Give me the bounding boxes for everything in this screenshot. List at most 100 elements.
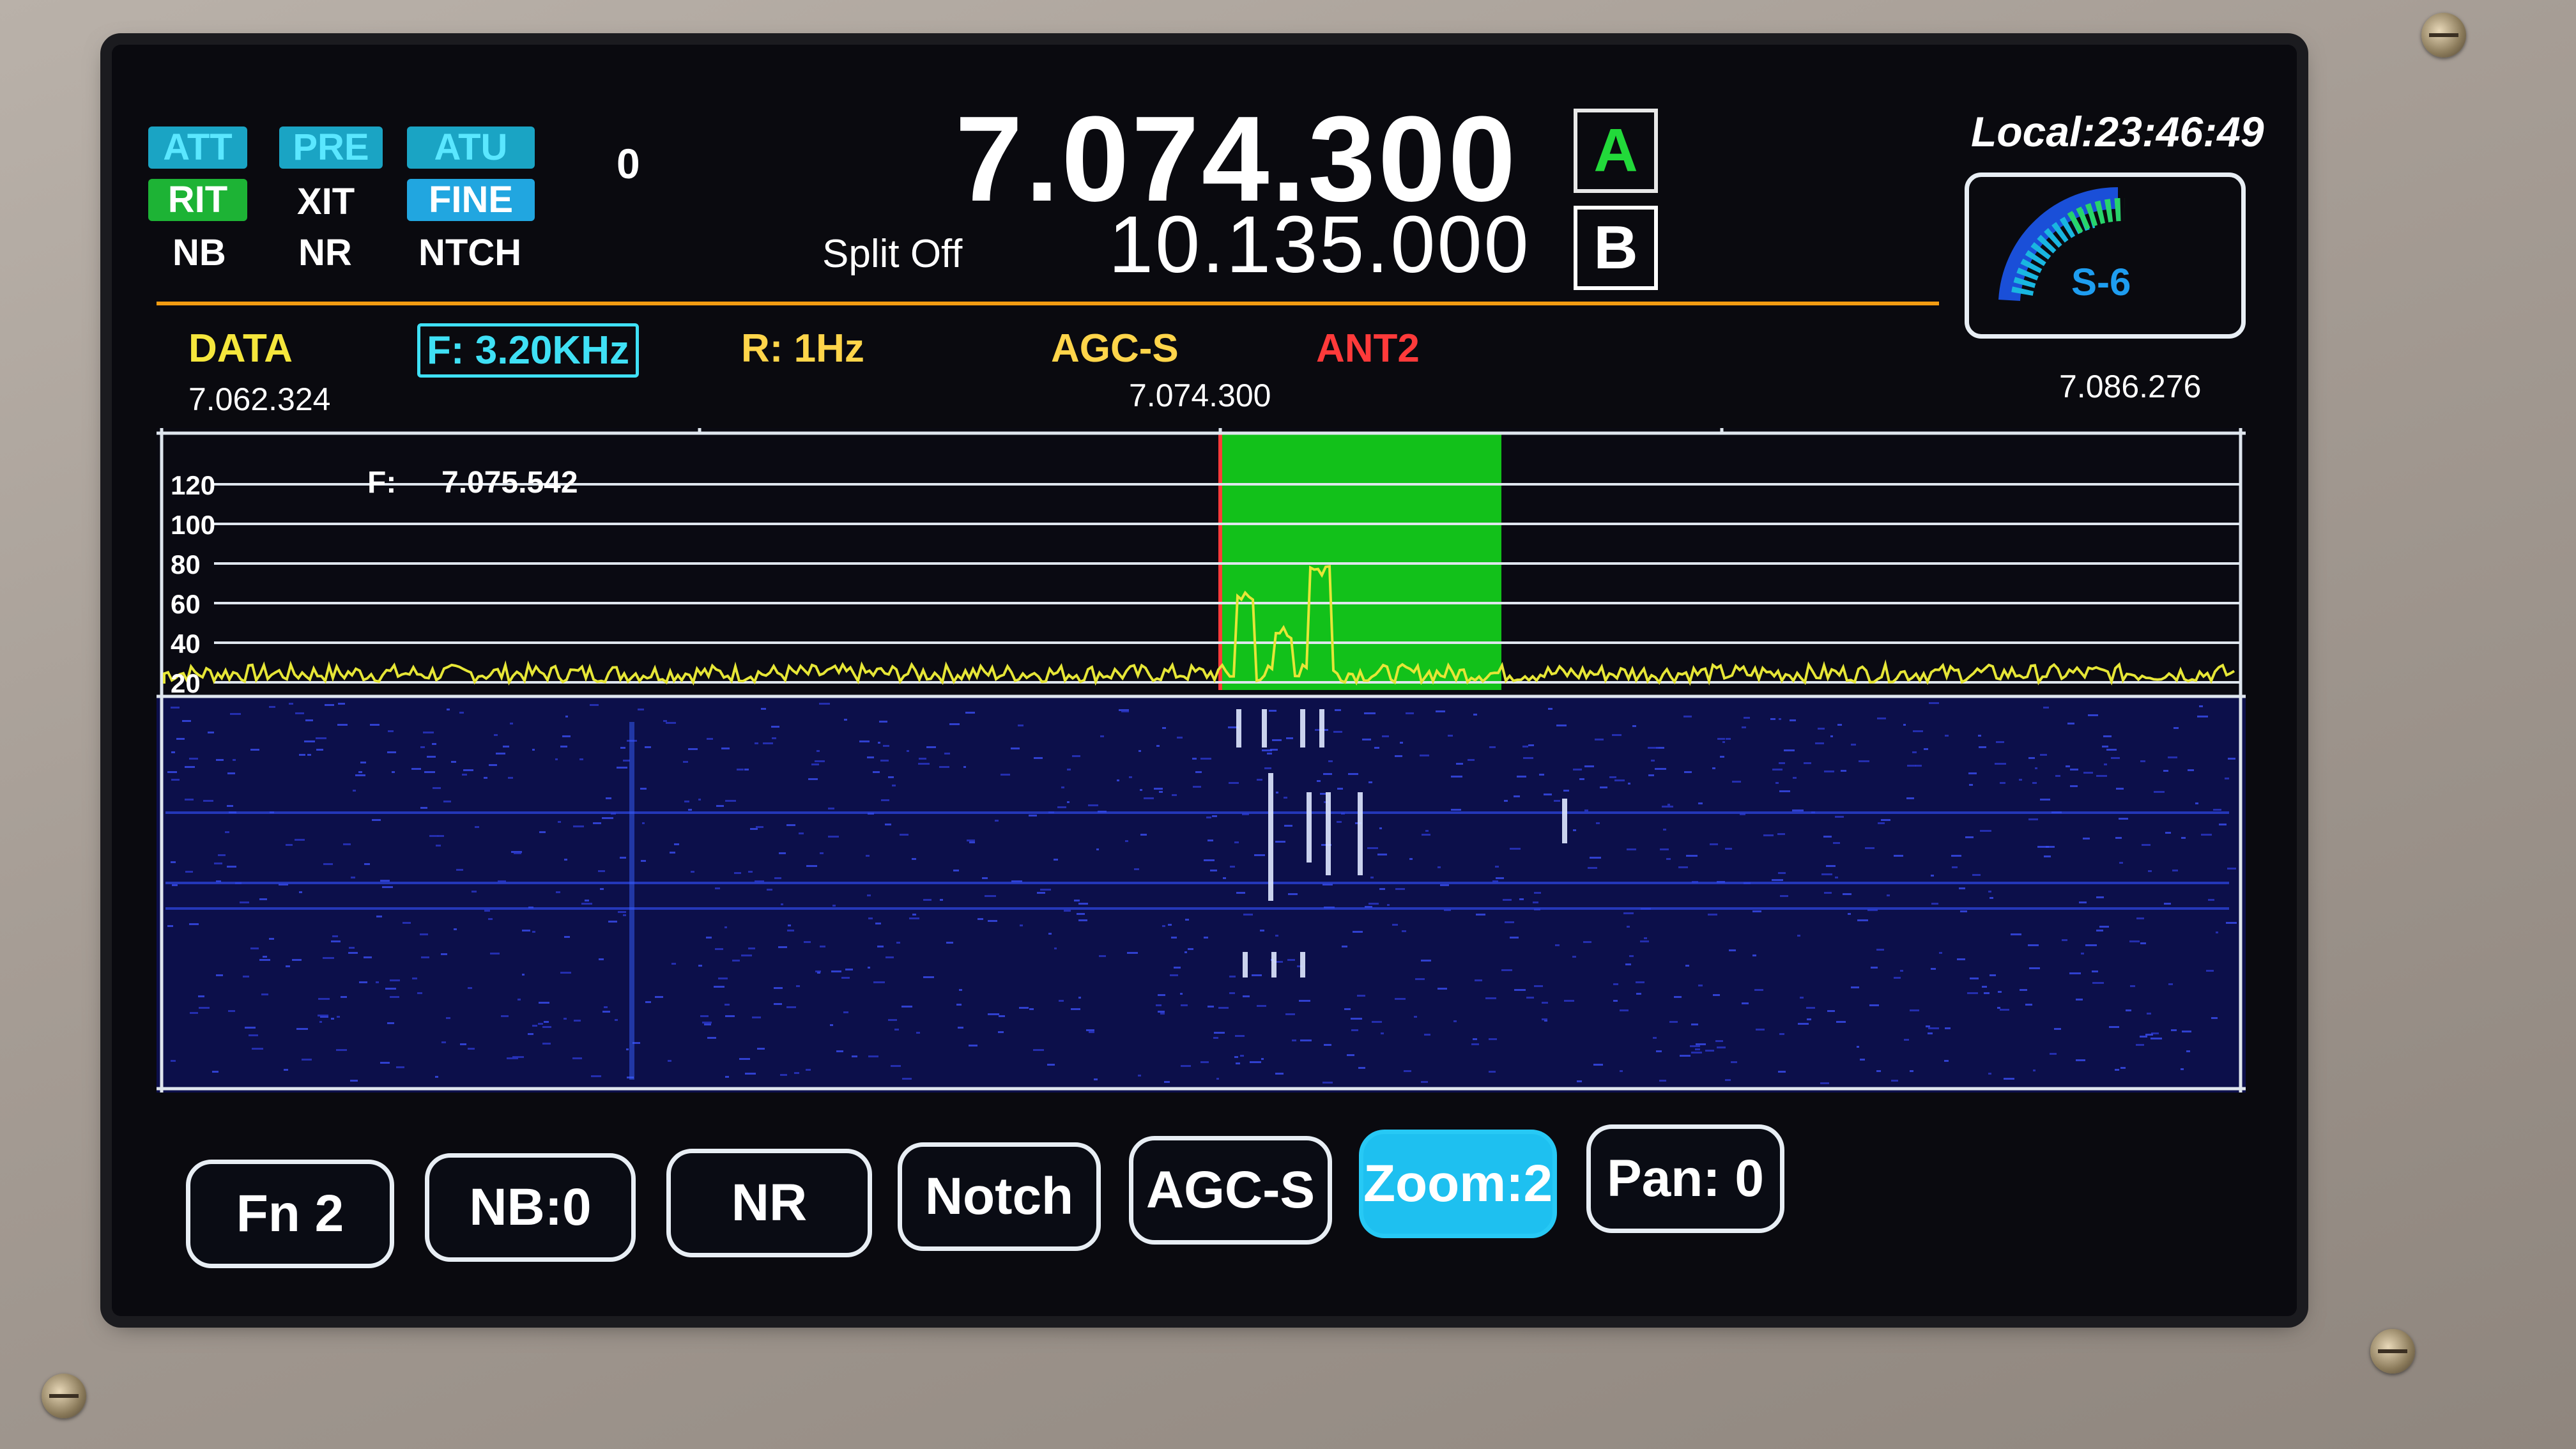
waterfall-noise: [1180, 993, 1183, 995]
waterfall-noise: [1967, 992, 1978, 994]
waterfall-noise: [845, 969, 853, 970]
rit-badge[interactable]: RIT: [148, 179, 247, 221]
spectrum-svg[interactable]: [157, 428, 2246, 1092]
waterfall-noise: [1260, 930, 1264, 931]
waterfall-noise: [1534, 892, 1541, 894]
waterfall-noise: [1887, 894, 1890, 896]
waterfall-noise: [788, 924, 791, 926]
step-rate-label[interactable]: R: 1Hz: [741, 326, 864, 371]
waterfall-noise: [1542, 1002, 1548, 1004]
waterfall-noise: [2035, 767, 2037, 769]
waterfall-noise: [538, 1023, 543, 1025]
fn2-button[interactable]: Fn 2: [186, 1160, 394, 1268]
waterfall-signal-9: [1271, 952, 1276, 977]
waterfall-noise: [1989, 897, 1993, 899]
waterfall-noise: [1836, 1021, 1846, 1023]
waterfall-noise: [1931, 903, 1938, 905]
waterfall-noise: [2197, 716, 2208, 717]
notch-button[interactable]: Notch: [898, 1142, 1101, 1251]
xit-label[interactable]: XIT: [297, 180, 355, 223]
waterfall-noise: [2092, 982, 2104, 984]
nr-label[interactable]: NR: [298, 231, 352, 274]
waterfall-noise: [1627, 848, 1636, 850]
waterfall-noise: [2004, 1078, 2014, 1080]
waterfall-noise: [1583, 941, 1591, 943]
vfo-a-button[interactable]: A: [1574, 109, 1658, 193]
vfo-b-button[interactable]: B: [1574, 206, 1658, 290]
waterfall-noise: [1777, 833, 1785, 835]
waterfall-noise: [1381, 1032, 1384, 1034]
waterfall-noise: [959, 989, 962, 991]
waterfall-noise: [1910, 1070, 1913, 1072]
nb-button[interactable]: NB:0: [425, 1153, 636, 1262]
waterfall-noise: [1876, 949, 1884, 951]
waterfall-noise: [1037, 892, 1045, 894]
pre-badge[interactable]: PRE: [279, 126, 383, 169]
waterfall-noise: [1185, 919, 1189, 921]
zoom-button[interactable]: Zoom:2: [1359, 1130, 1557, 1238]
waterfall-noise: [359, 981, 367, 983]
waterfall-noise: [532, 749, 535, 751]
att-badge[interactable]: ATT: [148, 126, 247, 169]
waterfall-noise: [1262, 749, 1272, 751]
waterfall-noise: [1931, 968, 1936, 970]
waterfall-signal-12: [629, 722, 634, 1080]
waterfall-noise: [1517, 776, 1526, 778]
waterfall-noise: [1078, 903, 1088, 905]
waterfall-noise: [1779, 762, 1785, 764]
waterfall-noise: [343, 843, 351, 845]
ntch-label[interactable]: NTCH: [418, 231, 521, 274]
waterfall-noise: [2092, 970, 2098, 972]
vfo-b-frequency[interactable]: 10.135.000: [1108, 198, 1531, 291]
waterfall-noise: [940, 899, 943, 901]
waterfall-noise: [349, 947, 355, 949]
waterfall-noise: [1865, 847, 1874, 849]
waterfall-noise: [1495, 866, 1499, 868]
waterfall-noise: [542, 1026, 551, 1028]
agc-button[interactable]: AGC-S: [1129, 1136, 1332, 1245]
waterfall-noise: [724, 1004, 730, 1006]
waterfall-noise: [1059, 1000, 1064, 1002]
waterfall-noise: [977, 918, 983, 920]
spectrum-waterfall-panel[interactable]: 120 100 80 60 40 20 F: 7.075.542: [157, 428, 2246, 1092]
waterfall-noise: [700, 1015, 709, 1017]
nb-label[interactable]: NB: [172, 231, 226, 274]
nr-button[interactable]: NR: [666, 1149, 872, 1257]
waterfall-noise: [1732, 781, 1741, 783]
waterfall-noise: [182, 720, 191, 722]
waterfall-noise: [985, 895, 996, 897]
waterfall-noise: [1978, 735, 1981, 737]
filter-width-badge[interactable]: F: 3.20KHz: [417, 323, 639, 378]
waterfall-noise: [1620, 1009, 1629, 1011]
waterfall-noise: [1979, 746, 1986, 748]
waterfall-noise: [1240, 1055, 1244, 1057]
waterfall-noise: [668, 1060, 671, 1062]
waterfall-noise: [1982, 986, 1987, 988]
waterfall-noise: [645, 746, 651, 748]
waterfall-noise: [875, 923, 881, 924]
antenna-status[interactable]: ANT2: [1316, 326, 1420, 371]
mode-label[interactable]: DATA: [188, 326, 293, 371]
waterfall-noise: [555, 758, 558, 760]
waterfall-noise: [1485, 997, 1496, 999]
waterfall-noise: [556, 891, 560, 893]
waterfall-noise: [779, 852, 786, 854]
s-meter-reading: S-6: [2071, 261, 2131, 303]
waterfall-noise: [1827, 1010, 1835, 1012]
waterfall-noise: [2096, 775, 2107, 777]
pan-button[interactable]: Pan: 0: [1586, 1124, 1784, 1233]
waterfall-noise: [319, 1021, 322, 1023]
waterfall-noise: [755, 742, 758, 744]
fine-badge[interactable]: FINE: [407, 179, 535, 221]
agc-status[interactable]: AGC-S: [1051, 326, 1179, 371]
waterfall-noise: [286, 844, 293, 846]
atu-badge[interactable]: ATU: [407, 126, 535, 169]
waterfall-noise: [1526, 997, 1534, 999]
waterfall-noise: [1154, 788, 1163, 790]
waterfall-noise: [1726, 738, 1731, 740]
waterfall-noise: [341, 996, 347, 998]
waterfall-noise: [382, 886, 393, 888]
waterfall-noise: [781, 903, 783, 905]
waterfall-noise: [1489, 1071, 1496, 1073]
waterfall-noise: [446, 1017, 450, 1019]
